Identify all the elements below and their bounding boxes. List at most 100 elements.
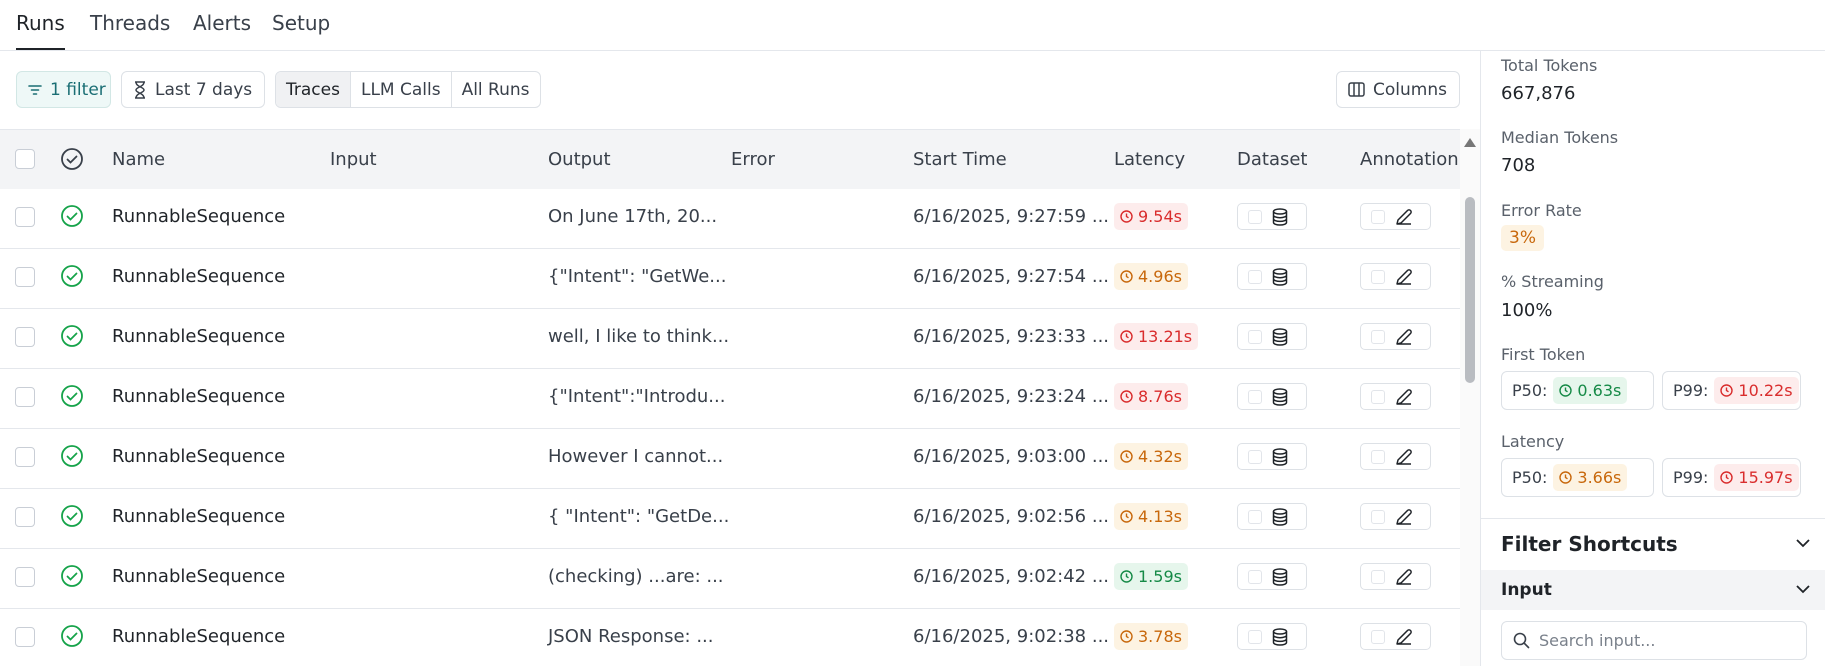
annotate-button[interactable] xyxy=(1360,563,1431,590)
annotate-button[interactable] xyxy=(1360,623,1431,650)
run-name[interactable]: RunnableSequence xyxy=(112,206,285,227)
annotate-button[interactable] xyxy=(1360,263,1431,290)
search-input[interactable] xyxy=(1539,631,1789,650)
run-name[interactable]: RunnableSequence xyxy=(112,386,285,407)
table-row[interactable]: RunnableSequence {"Intent":"Introdu... 6/1… xyxy=(0,369,1460,429)
col-annotation[interactable]: Annotation xyxy=(1360,149,1459,170)
table-row[interactable]: RunnableSequence (checking) ...are: ... 6/… xyxy=(0,549,1460,609)
col-start-time[interactable]: Start Time xyxy=(913,149,1007,170)
annotation-toggle xyxy=(1371,329,1385,344)
annotation-toggle xyxy=(1371,269,1385,284)
row-checkbox[interactable] xyxy=(15,447,35,467)
error-rate-label: Error Rate xyxy=(1501,201,1582,220)
dataset-toggle xyxy=(1248,569,1262,584)
annotate-button[interactable] xyxy=(1360,443,1431,470)
row-checkbox[interactable] xyxy=(15,327,35,347)
annotate-button[interactable] xyxy=(1360,503,1431,530)
stats-panel: Total Tokens 667,876 Median Tokens 708 E… xyxy=(1480,51,1825,666)
dataset-toggle xyxy=(1248,209,1262,224)
add-to-dataset-button[interactable] xyxy=(1237,443,1307,470)
filter-shortcuts-title[interactable]: Filter Shortcuts xyxy=(1501,532,1678,556)
run-start-time: 6/16/2025, 9:23:24 ... xyxy=(913,386,1110,407)
latency-badge: 3.78s xyxy=(1114,623,1188,650)
run-name[interactable]: RunnableSequence xyxy=(112,626,285,647)
success-check-icon xyxy=(61,265,83,287)
database-icon xyxy=(1272,267,1288,286)
latency-p99-value: 15.97s xyxy=(1738,468,1793,487)
columns-button[interactable]: Columns xyxy=(1336,71,1460,108)
clock-icon xyxy=(1120,510,1133,523)
tab-setup[interactable]: Setup xyxy=(272,11,330,50)
add-to-dataset-button[interactable] xyxy=(1237,203,1307,230)
search-input-box[interactable] xyxy=(1501,621,1807,660)
annotate-button[interactable] xyxy=(1360,383,1431,410)
run-name[interactable]: RunnableSequence xyxy=(112,266,285,287)
database-icon xyxy=(1272,387,1288,406)
row-checkbox[interactable] xyxy=(15,627,35,647)
segment-all-runs[interactable]: All Runs xyxy=(452,72,540,107)
table-row[interactable]: RunnableSequence On June 17th, 20... 6/16/… xyxy=(0,189,1460,249)
row-checkbox[interactable] xyxy=(15,567,35,587)
add-to-dataset-button[interactable] xyxy=(1237,503,1307,530)
annotation-toggle xyxy=(1371,209,1385,224)
col-name[interactable]: Name xyxy=(112,149,165,170)
first-token-p99-badge: 10.22s xyxy=(1714,377,1799,404)
latency-badge: 1.59s xyxy=(1114,563,1188,590)
row-checkbox[interactable] xyxy=(15,387,35,407)
add-to-dataset-button[interactable] xyxy=(1237,263,1307,290)
input-section-header[interactable]: Input xyxy=(1481,570,1825,610)
pencil-icon xyxy=(1396,568,1412,585)
tab-runs[interactable]: Runs xyxy=(16,11,65,50)
success-check-icon xyxy=(61,625,83,647)
clock-icon xyxy=(1120,570,1133,583)
table-row[interactable]: RunnableSequence However I cannot... 6/16/… xyxy=(0,429,1460,489)
run-output: On June 17th, 20... xyxy=(548,206,718,227)
row-checkbox[interactable] xyxy=(15,267,35,287)
latency-value: 1.59s xyxy=(1138,567,1182,586)
table-row[interactable]: RunnableSequence well, I like to think...… xyxy=(0,309,1460,369)
total-tokens-value: 667,876 xyxy=(1501,83,1576,104)
col-error[interactable]: Error xyxy=(731,149,775,170)
col-dataset[interactable]: Dataset xyxy=(1237,149,1308,170)
table-row[interactable]: RunnableSequence { "Intent": "GetDe... 6/1… xyxy=(0,489,1460,549)
add-to-dataset-button[interactable] xyxy=(1237,323,1307,350)
row-checkbox[interactable] xyxy=(15,507,35,527)
chevron-down-icon[interactable] xyxy=(1796,585,1810,594)
tab-threads[interactable]: Threads xyxy=(90,11,170,50)
filter-button[interactable]: 1 filter xyxy=(16,71,111,108)
first-token-p50-badge: 0.63s xyxy=(1553,377,1628,404)
segment-traces[interactable]: Traces xyxy=(276,72,351,107)
table-row[interactable]: RunnableSequence {"Intent": "GetWe... 6/16… xyxy=(0,249,1460,309)
run-name[interactable]: RunnableSequence xyxy=(112,506,285,527)
select-all-checkbox[interactable] xyxy=(15,149,35,169)
run-start-time: 6/16/2025, 9:23:33 ... xyxy=(913,326,1110,347)
clock-icon xyxy=(1120,450,1133,463)
row-checkbox[interactable] xyxy=(15,207,35,227)
scroll-up-arrow[interactable] xyxy=(1464,138,1476,147)
col-input[interactable]: Input xyxy=(330,149,377,170)
table-row[interactable]: RunnableSequence JSON Response: ... 6/16/2… xyxy=(0,609,1460,666)
dataset-toggle xyxy=(1248,389,1262,404)
clock-icon xyxy=(1720,384,1734,397)
add-to-dataset-button[interactable] xyxy=(1237,383,1307,410)
chevron-down-icon[interactable] xyxy=(1796,539,1810,548)
run-name[interactable]: RunnableSequence xyxy=(112,326,285,347)
table-scrollbar-thumb[interactable] xyxy=(1465,197,1475,383)
run-name[interactable]: RunnableSequence xyxy=(112,566,285,587)
annotate-button[interactable] xyxy=(1360,323,1431,350)
col-latency[interactable]: Latency xyxy=(1114,149,1185,170)
annotate-button[interactable] xyxy=(1360,203,1431,230)
add-to-dataset-button[interactable] xyxy=(1237,563,1307,590)
latency-value: 4.32s xyxy=(1138,447,1182,466)
col-output[interactable]: Output xyxy=(548,149,611,170)
first-token-p50-value: 0.63s xyxy=(1577,381,1622,400)
add-to-dataset-button[interactable] xyxy=(1237,623,1307,650)
median-tokens-label: Median Tokens xyxy=(1501,128,1619,147)
tab-alerts[interactable]: Alerts xyxy=(193,11,251,50)
run-start-time: 6/16/2025, 9:27:54 ... xyxy=(913,266,1110,287)
input-section-label: Input xyxy=(1501,580,1552,600)
run-name[interactable]: RunnableSequence xyxy=(112,446,285,467)
date-range-button[interactable]: Last 7 days xyxy=(121,71,265,108)
segment-llm-calls[interactable]: LLM Calls xyxy=(351,72,452,107)
date-range-label: Last 7 days xyxy=(155,79,253,100)
